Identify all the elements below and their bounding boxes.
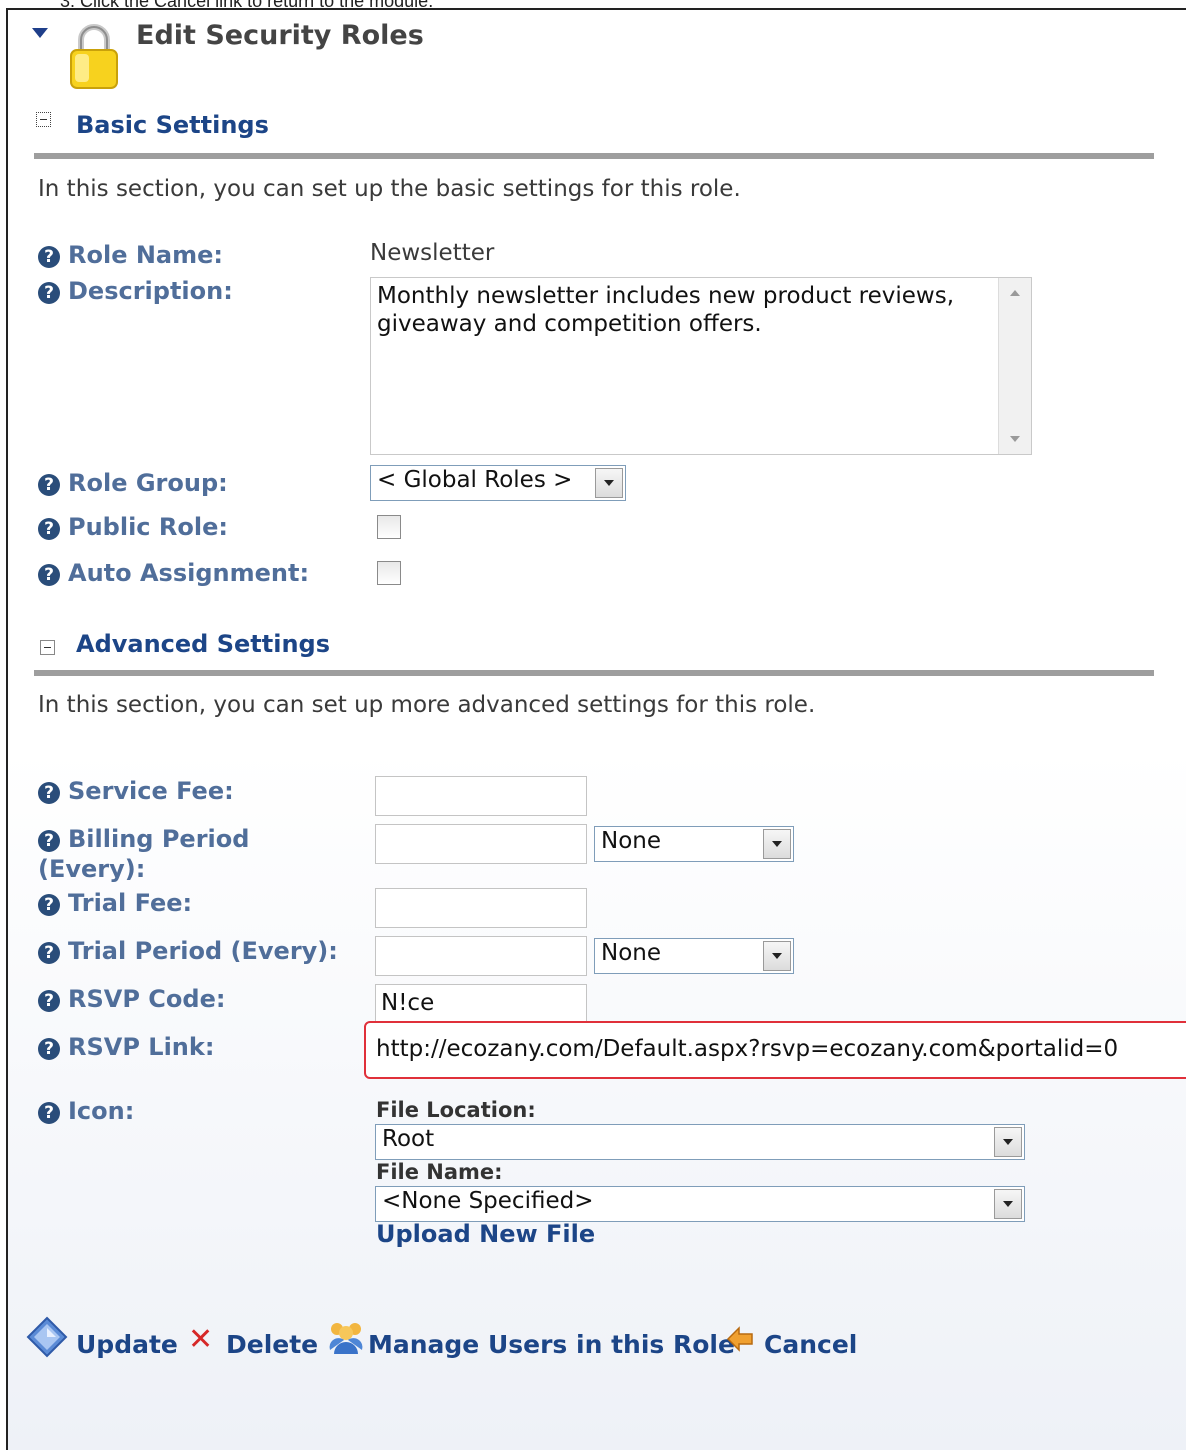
delete-icon[interactable]: ✕ [188,1322,213,1357]
rsvp-link-text[interactable]: http://ecozany.com/Default.aspx?rsvp=eco… [376,1036,1118,1062]
file-location-label: File Location: [376,1098,536,1122]
help-icon[interactable]: ? [38,942,60,964]
service-fee-label: ? Service Fee: [38,776,234,806]
billing-period-unit-select[interactable]: None [594,826,794,862]
icon-label: ? Icon: [38,1096,134,1126]
help-icon[interactable]: ? [38,1102,60,1124]
help-icon[interactable]: ? [38,518,60,540]
chevron-down-icon[interactable] [994,1189,1022,1219]
help-icon[interactable]: ? [38,894,60,916]
collapse-triangle-icon[interactable] [32,28,48,38]
role-group-select[interactable]: < Global Roles > [370,465,626,501]
scroll-up-icon[interactable] [1010,290,1020,296]
advanced-settings-collapse-icon[interactable] [40,640,55,655]
upload-new-file-link[interactable]: Upload New File [376,1220,595,1248]
advanced-settings-description: In this section, you can set up more adv… [38,692,816,718]
help-icon[interactable]: ? [38,564,60,586]
scroll-down-icon[interactable] [1010,436,1020,442]
chevron-down-icon[interactable] [595,468,623,498]
chevron-down-icon[interactable] [763,829,791,859]
help-icon[interactable]: ? [38,246,60,268]
description-scrollbar[interactable] [998,278,1031,454]
basic-settings-divider [34,153,1154,159]
rsvp-link-label: ? RSVP Link: [38,1032,214,1062]
cancel-arrow-icon[interactable] [726,1326,754,1352]
public-role-label: ? Public Role: [38,512,228,542]
trial-period-unit-select[interactable]: None [594,938,794,974]
trial-period-input[interactable] [375,936,587,976]
rsvp-code-label: ? RSVP Code: [38,984,225,1014]
users-icon[interactable] [326,1320,366,1356]
auto-assignment-checkbox[interactable] [377,561,401,585]
file-location-select[interactable]: Root [375,1124,1025,1160]
manage-users-link[interactable]: Manage Users in this Role [368,1330,735,1359]
public-role-checkbox[interactable] [377,515,401,539]
rsvp-code-input[interactable]: N!ce [375,984,587,1024]
help-icon[interactable]: ? [38,782,60,804]
auto-assignment-label: ? Auto Assignment: [38,558,309,588]
update-link[interactable]: Update [76,1330,178,1359]
role-name-value: Newsletter [370,240,495,266]
help-icon[interactable]: ? [38,990,60,1012]
trial-fee-input[interactable] [375,888,587,928]
billing-period-label: ? Billing Period (Every): [38,825,250,883]
edit-security-roles-module: Edit Security Roles Basic Settings In th… [6,8,1186,1450]
basic-settings-title[interactable]: Basic Settings [76,111,269,139]
service-fee-input[interactable] [375,776,587,816]
cancel-link[interactable]: Cancel [764,1330,857,1359]
help-icon[interactable]: ? [38,830,60,852]
page-title: Edit Security Roles [136,20,424,51]
advanced-settings-title[interactable]: Advanced Settings [76,630,330,658]
description-textarea[interactable]: Monthly newsletter includes new product … [370,277,1032,455]
rsvp-link-field[interactable]: http://ecozany.com/Default.aspx?rsvp=eco… [364,1021,1186,1079]
basic-settings-description: In this section, you can set up the basi… [38,176,741,202]
help-icon[interactable]: ? [38,474,60,496]
chevron-down-icon[interactable] [994,1127,1022,1157]
update-icon[interactable] [26,1316,68,1358]
advanced-settings-divider [34,670,1154,676]
help-icon[interactable]: ? [38,282,60,304]
role-name-label: ? Role Name: [38,240,223,270]
description-text: Monthly newsletter includes new product … [377,283,955,337]
chevron-down-icon[interactable] [763,941,791,971]
lock-icon [70,24,118,89]
basic-settings-collapse-icon[interactable] [36,112,51,127]
delete-link[interactable]: Delete [226,1330,318,1359]
role-group-label: ? Role Group: [38,468,228,498]
file-name-select[interactable]: <None Specified> [375,1186,1025,1222]
trial-fee-label: ? Trial Fee: [38,888,192,918]
trial-period-label: ? Trial Period (Every): [38,936,338,966]
file-name-label: File Name: [376,1160,503,1184]
billing-period-input[interactable] [375,824,587,864]
help-icon[interactable]: ? [38,1038,60,1060]
description-label: ? Description: [38,276,233,306]
